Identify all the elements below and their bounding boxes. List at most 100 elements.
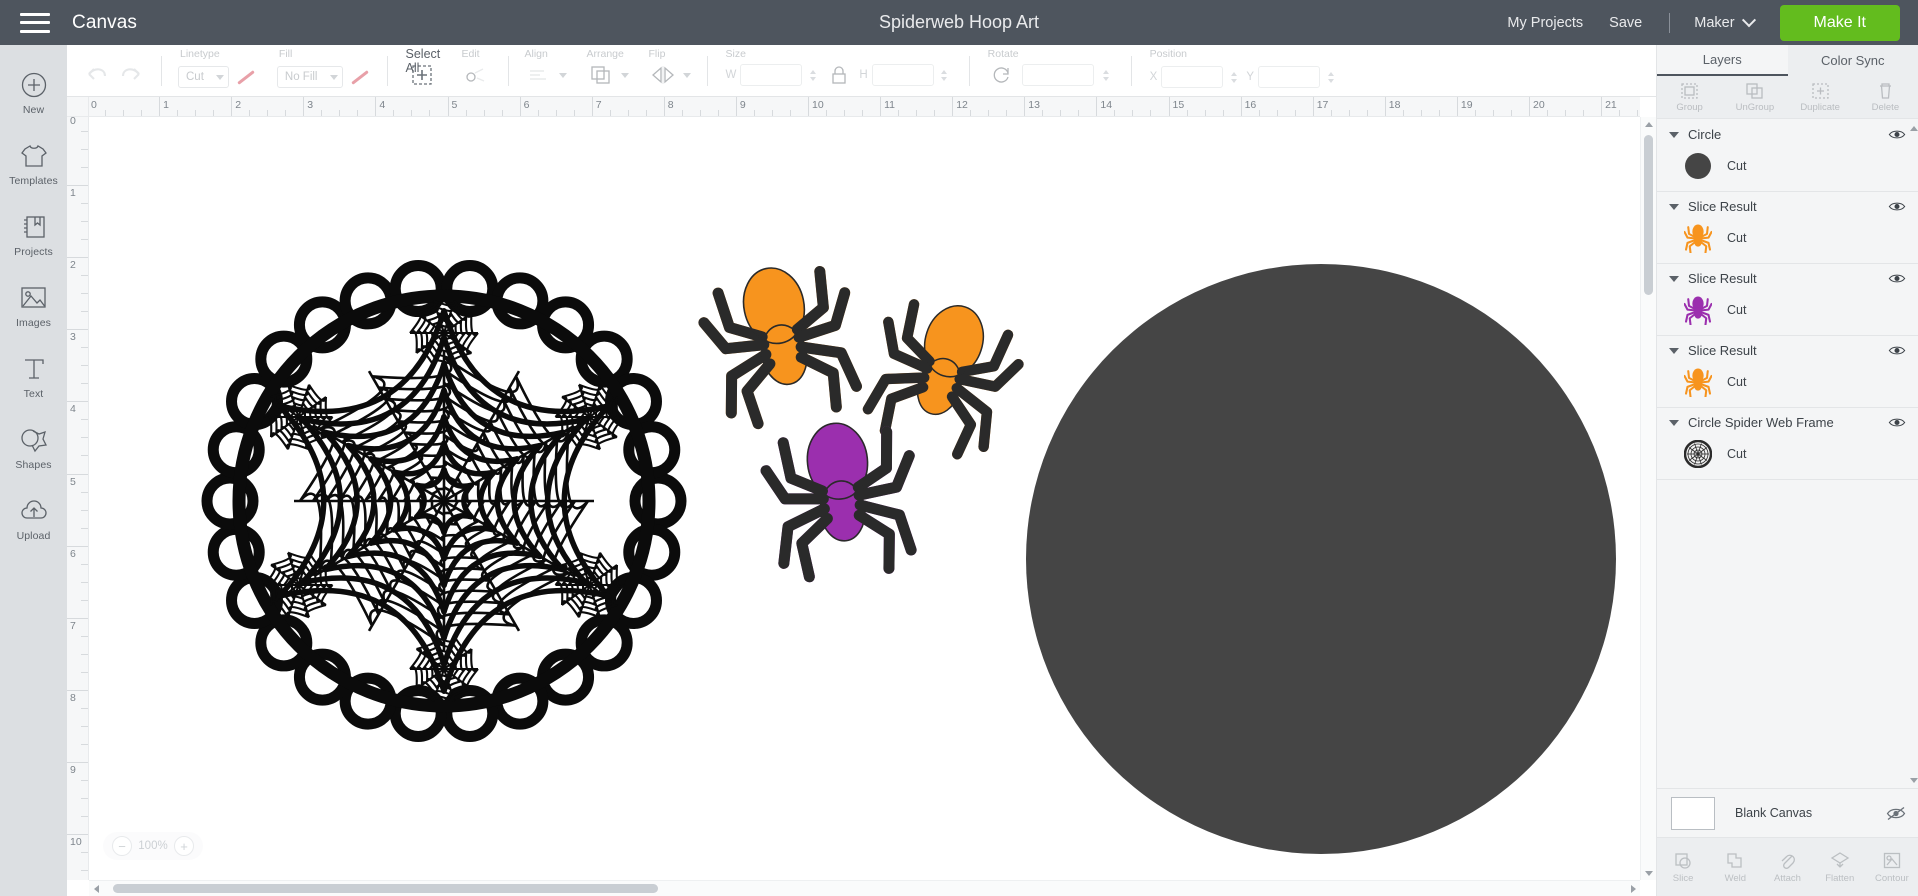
size-height-stepper[interactable]: [938, 64, 951, 86]
position-x-stepper[interactable]: [1227, 66, 1240, 88]
machine-selector[interactable]: Maker: [1684, 12, 1763, 31]
chevron-down-icon[interactable]: [682, 72, 691, 78]
duplicate-button[interactable]: Duplicate: [1788, 76, 1853, 118]
scroll-left-arrow-icon[interactable]: [89, 881, 103, 896]
layer-visibility-icon[interactable]: [1888, 272, 1906, 286]
weld-button[interactable]: Weld: [1709, 851, 1761, 884]
size-width-stepper[interactable]: [806, 64, 819, 86]
layer-group[interactable]: Circle Cut: [1657, 120, 1918, 192]
attach-button[interactable]: Attach: [1761, 851, 1813, 884]
size-height-input[interactable]: [871, 64, 934, 86]
size-width-input[interactable]: [740, 64, 803, 86]
layer-header[interactable]: Slice Result: [1657, 336, 1918, 365]
blank-canvas-visibility-icon[interactable]: [1886, 806, 1906, 821]
rotate-stepper[interactable]: [1100, 64, 1113, 86]
position-y-stepper[interactable]: [1324, 66, 1337, 88]
layer-row[interactable]: Cut: [1657, 221, 1918, 255]
sidebar-item-shapes[interactable]: Shapes: [0, 412, 67, 483]
fill-color-swatch[interactable]: [349, 66, 371, 88]
group-button[interactable]: Group: [1657, 76, 1722, 118]
sidebar-item-projects[interactable]: Projects: [0, 199, 67, 270]
layer-group[interactable]: Slice Result Cut: [1657, 192, 1918, 264]
layer-header[interactable]: Circle Spider Web Frame: [1657, 408, 1918, 437]
scroll-right-arrow-icon[interactable]: [1626, 881, 1640, 896]
sidebar-item-images[interactable]: Images: [0, 270, 67, 341]
scroll-down-arrow-icon[interactable]: [1641, 866, 1657, 880]
canvas-object-dark-circle[interactable]: [1026, 264, 1616, 854]
collapse-triangle-icon[interactable]: [1669, 131, 1679, 138]
canvas-object-spider-purple[interactable]: [762, 416, 921, 580]
fill-select[interactable]: No Fill: [276, 66, 343, 88]
left-sidebar: New Templates Projects Images Text Shape…: [0, 45, 67, 896]
blank-canvas-row[interactable]: Blank Canvas: [1657, 788, 1918, 838]
layers-scrollbar[interactable]: [1909, 120, 1918, 788]
flip-icon[interactable]: [649, 62, 677, 88]
ungroup-button[interactable]: UnGroup: [1722, 76, 1787, 118]
make-it-button[interactable]: Make It: [1779, 4, 1900, 41]
zoom-in-button[interactable]: +: [174, 836, 194, 856]
canvas-object-spider-orange-1[interactable]: [696, 254, 868, 431]
layers-scroll-up-icon[interactable]: [1909, 122, 1918, 134]
canvas-vertical-scrollbar[interactable]: [1640, 117, 1656, 880]
sidebar-item-new[interactable]: New: [0, 57, 67, 128]
layer-row[interactable]: Cut: [1657, 293, 1918, 327]
collapse-triangle-icon[interactable]: [1669, 203, 1679, 210]
edit-icon[interactable]: [462, 62, 490, 88]
edit-toolbar: Linetype Cut Fill No Fill Select All Edi…: [67, 45, 1656, 97]
scroll-up-arrow-icon[interactable]: [1641, 117, 1657, 131]
sidebar-item-text[interactable]: Text: [0, 341, 67, 412]
hamburger-menu-icon[interactable]: [20, 12, 50, 33]
layer-header[interactable]: Slice Result: [1657, 192, 1918, 221]
flatten-button[interactable]: Flatten: [1814, 851, 1866, 884]
position-x-input[interactable]: [1161, 66, 1224, 88]
layer-visibility-icon[interactable]: [1888, 128, 1906, 142]
horizontal-scroll-thumb[interactable]: [113, 884, 658, 893]
ruler-subtick: [81, 383, 88, 385]
chevron-down-icon[interactable]: [558, 72, 567, 78]
rotate-icon[interactable]: [988, 62, 1016, 88]
layer-visibility-icon[interactable]: [1888, 416, 1906, 430]
save-button[interactable]: Save: [1596, 15, 1655, 31]
sidebar-item-upload[interactable]: Upload: [0, 483, 67, 554]
layers-list[interactable]: Circle Cut Slice Result Cut Slice Result…: [1657, 120, 1918, 788]
layer-visibility-icon[interactable]: [1888, 200, 1906, 214]
collapse-triangle-icon[interactable]: [1669, 275, 1679, 282]
layer-row[interactable]: Cut: [1657, 437, 1918, 471]
tab-layers[interactable]: Layers: [1657, 45, 1788, 76]
collapse-triangle-icon[interactable]: [1669, 347, 1679, 354]
linetype-select[interactable]: Cut: [178, 66, 229, 88]
zoom-out-button[interactable]: −: [112, 836, 132, 856]
layer-header[interactable]: Circle: [1657, 120, 1918, 149]
sidebar-item-templates[interactable]: Templates: [0, 128, 67, 199]
layer-operation: Cut: [1727, 447, 1747, 461]
lock-aspect-icon[interactable]: [825, 62, 853, 88]
my-projects-link[interactable]: My Projects: [1494, 15, 1596, 31]
vertical-scroll-thumb[interactable]: [1644, 135, 1653, 295]
layer-group[interactable]: Circle Spider Web Frame Cut: [1657, 408, 1918, 480]
layer-row[interactable]: Cut: [1657, 149, 1918, 183]
align-icon[interactable]: [525, 62, 553, 88]
rotate-input[interactable]: [1021, 64, 1094, 86]
ruler-tick: [67, 473, 88, 475]
tab-color-sync[interactable]: Color Sync: [1788, 45, 1918, 76]
canvas-horizontal-scrollbar[interactable]: [89, 880, 1640, 896]
canvas-object-circle-spider-web-frame[interactable]: [201, 260, 687, 742]
layer-row[interactable]: Cut: [1657, 365, 1918, 399]
design-board[interactable]: [89, 117, 1640, 880]
layers-scroll-down-icon[interactable]: [1909, 774, 1918, 786]
redo-icon[interactable]: [117, 62, 145, 88]
slice-button[interactable]: Slice: [1657, 851, 1709, 884]
arrange-icon[interactable]: [587, 62, 615, 88]
delete-button[interactable]: Delete: [1853, 76, 1918, 118]
layer-header[interactable]: Slice Result: [1657, 264, 1918, 293]
layer-group[interactable]: Slice Result Cut: [1657, 264, 1918, 336]
collapse-triangle-icon[interactable]: [1669, 419, 1679, 426]
undo-icon[interactable]: [83, 62, 111, 88]
position-y-input[interactable]: [1258, 66, 1321, 88]
layer-visibility-icon[interactable]: [1888, 344, 1906, 358]
layer-group[interactable]: Slice Result Cut: [1657, 336, 1918, 408]
linetype-color-swatch[interactable]: [235, 66, 257, 88]
contour-button[interactable]: Contour: [1866, 851, 1918, 884]
size-width-label: W: [725, 69, 737, 81]
chevron-down-icon[interactable]: [620, 72, 629, 78]
